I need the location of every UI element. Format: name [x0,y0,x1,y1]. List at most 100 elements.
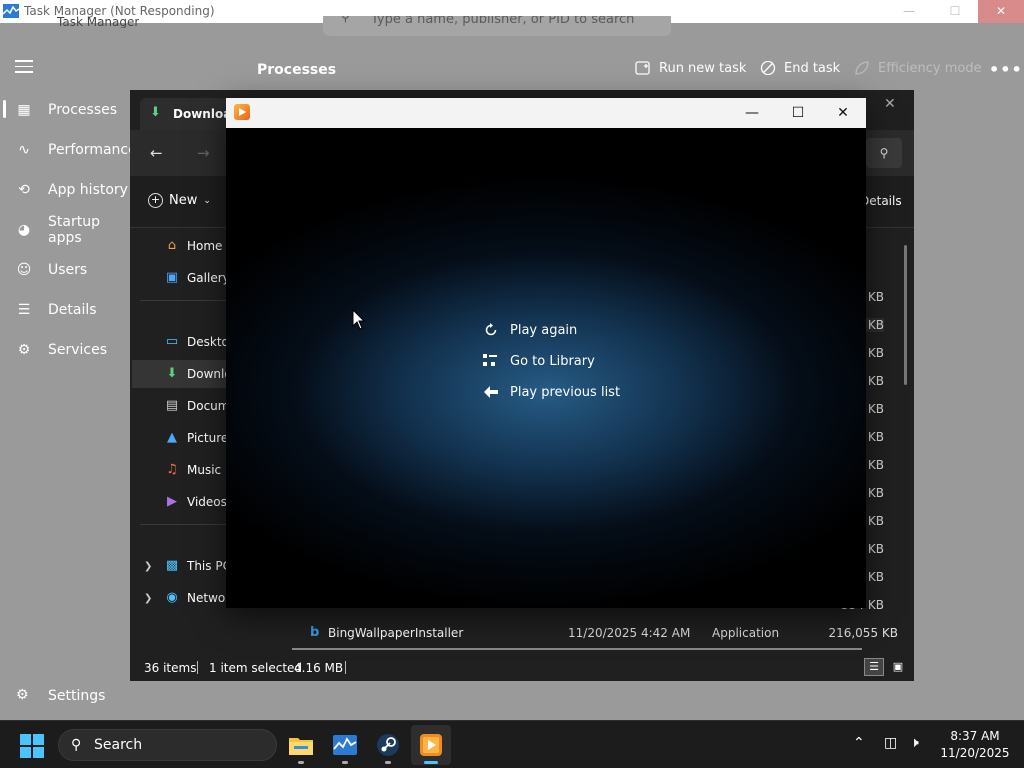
task-manager-maximize-button[interactable]: ☐ [932,0,978,23]
nav-item-app-history[interactable]: ⟲ App history [0,170,130,210]
nav-item-settings[interactable]: ⚙ Settings [0,677,130,717]
desktop-icon: ▭ [165,334,179,349]
taskbar-task-manager[interactable] [325,725,365,765]
play-previous-list-label: Play previous list [510,384,621,400]
clock-date[interactable]: 11/20/2025 [940,746,1010,760]
startup-apps-icon: ◕ [17,222,31,238]
file-explorer-close-button[interactable]: ✕ [884,96,896,112]
efficiency-mode-label: Efficiency mode [878,60,982,76]
table-row[interactable]: b BingWallpaperInstaller 11/20/2025 4:42… [290,620,900,646]
details-button[interactable]: Details [860,194,902,208]
sidebar-item-desktop[interactable]: ▭ Desktop [132,328,237,356]
sidebar-item-pictures[interactable]: ▲ Pictures [132,424,235,452]
nav-item-details[interactable]: ☰ Details [0,290,130,330]
clock-time[interactable]: 8:37 AM [940,729,1010,743]
efficiency-mode-button[interactable]: Efficiency mode [854,60,982,76]
taskbar-file-explorer[interactable] [281,725,321,765]
file-explorer-sidebar: ⌂ Home ▣ Gallery ▭ Desktop ⬇ Downloads ▤… [130,230,256,650]
end-task-label: End task [784,60,841,76]
search-icon: ⚲ [341,16,350,24]
nav-item-label: Performance [48,142,137,158]
sidebar-item-label: Music [187,463,222,477]
library-icon [483,353,499,369]
close-button[interactable]: ✕ [820,98,866,128]
search-icon: ⚲ [71,737,82,753]
vertical-scrollbar[interactable] [904,245,907,385]
documents-icon: ▤ [165,398,179,413]
chevron-right-icon[interactable]: ❯ [144,593,152,604]
taskbar-search-box[interactable]: ⚲ Search [58,729,277,761]
task-manager-search-input[interactable]: ⚲ Type a name, publisher, or PID to sear… [323,16,671,36]
replay-icon [483,322,499,338]
selection-size: 4.16 MB [294,661,344,675]
this-pc-icon: ▩ [165,558,179,573]
taskbar-media-player[interactable] [411,725,451,765]
media-player-titlebar[interactable]: — ☐ ✕ [226,98,866,128]
run-new-task-icon [635,61,650,75]
taskbar-search-label: Search [94,737,143,753]
new-button[interactable]: + New ⌄ [148,193,211,208]
chevron-right-icon[interactable]: ❯ [144,561,152,572]
details-view-icon[interactable]: ☰ [864,658,884,676]
chevron-down-icon: ⌄ [203,195,211,206]
horizontal-scrollbar[interactable] [292,648,862,650]
task-manager-app-title: Task Manager [57,16,140,28]
nav-item-label: Users [48,262,88,278]
minimize-button[interactable]: — [729,98,775,128]
sidebar-item-network[interactable]: ❯ ◉ Network [132,584,237,612]
sidebar-item-videos[interactable]: ▶ Videos [132,488,228,516]
chevron-up-icon[interactable]: ⌃ [853,735,865,751]
taskbar: ⚲ Search ⌃ ◫ 🕨 8:37 AM 11/20/2025 [0,720,1024,768]
nav-item-label: Startup apps [48,214,100,246]
item-count: 36 items [144,661,197,675]
file-type: Application [712,626,780,640]
hamburger-menu-icon[interactable] [15,60,33,74]
sidebar-item-documents[interactable]: ▤ Documents [132,392,256,420]
sidebar-item-downloads[interactable]: ⬇ Downloads [132,360,253,388]
sidebar-item-music[interactable]: ♫ Music [132,456,228,484]
mouse-cursor-icon [352,309,366,330]
nav-item-label: Processes [48,102,118,118]
forward-arrow-icon[interactable]: → [197,144,210,162]
back-arrow-icon[interactable]: ← [150,144,163,162]
sidebar-item-gallery[interactable]: ▣ Gallery [132,264,230,292]
search-icon[interactable]: ⚲ [866,138,902,168]
file-name: BingWallpaperInstaller [328,626,464,640]
nav-item-services[interactable]: ⚙ Services [0,330,130,370]
task-manager-close-button[interactable]: ✕ [978,0,1024,23]
sidebar-item-label: Gallery [187,271,230,285]
running-indicator [385,761,391,764]
go-to-library-label: Go to Library [510,353,595,369]
sidebar-item-home[interactable]: ⌂ Home [132,232,228,260]
volume-icon[interactable]: 🕨 [910,735,919,751]
back-arrow-icon [483,384,499,400]
nav-item-startup-apps[interactable]: ◕ Startup apps [0,210,130,250]
status-divider [345,661,346,674]
steam-icon [377,734,399,756]
media-player-stage: Play again Go to Library Play previous l… [226,128,866,608]
sidebar-divider [140,300,228,301]
details-icon: ☰ [17,302,31,318]
sidebar-item-this-pc[interactable]: ❯ ▩ This PC [132,552,231,580]
status-bar: 36 items 1 item selected 4.16 MB [130,652,914,681]
media-player-app-icon [234,104,250,120]
more-options-icon[interactable]: ••• [989,60,1023,79]
windows-start-icon[interactable] [20,734,44,758]
network-icon[interactable]: ◫ [884,735,897,751]
nav-item-performance[interactable]: ∿ Performance [0,130,137,170]
run-new-task-button[interactable]: Run new task [635,60,746,76]
nav-item-label: App history [48,182,128,198]
new-label: New [169,193,198,208]
app-history-icon: ⟲ [18,182,30,198]
gear-icon: ⚙ [16,687,29,703]
maximize-button[interactable]: ☐ [775,98,821,128]
nav-item-processes[interactable]: ▦ Processes [0,90,130,130]
task-manager-minimize-button[interactable]: — [886,0,932,23]
end-task-button[interactable]: End task [760,60,840,76]
nav-item-users[interactable]: ☺ Users [0,250,130,290]
sidebar-item-label: Home [187,239,223,253]
tiles-view-icon[interactable]: ▣ [888,658,908,676]
taskbar-steam[interactable] [368,725,408,765]
file-explorer-tab[interactable]: ⬇ Downloads [140,98,247,130]
running-indicator [342,761,348,764]
